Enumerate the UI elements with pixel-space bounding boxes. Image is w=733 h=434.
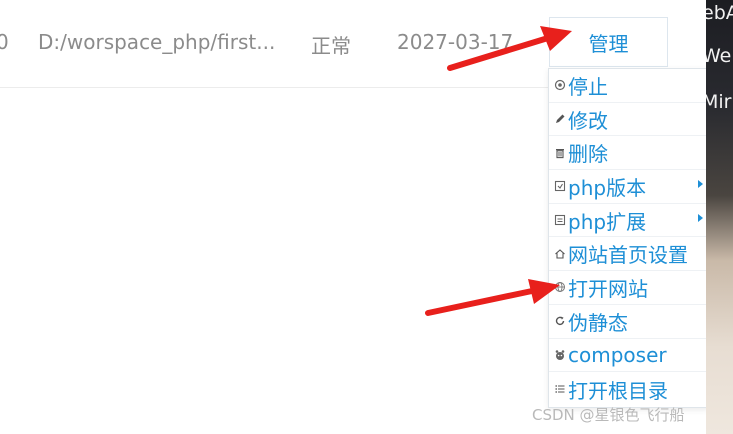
site-table: 0 D:/worspace_php/first... 正常 2027-03-17… bbox=[0, 0, 710, 434]
menu-item-label: php扩展 bbox=[568, 209, 647, 234]
manage-dropdown-menu: 停止 修改 删除 php版本 php扩展 网站首页设置 打开网站 伪静态 com… bbox=[548, 68, 710, 408]
menu-item-label: 打开根目录 bbox=[568, 378, 668, 403]
status-text: 正常 bbox=[311, 34, 351, 58]
composer-icon bbox=[553, 348, 567, 362]
home-icon bbox=[553, 247, 567, 261]
menu-item-delete[interactable]: 删除 bbox=[549, 136, 709, 171]
menu-item-label: 删除 bbox=[568, 142, 608, 167]
submenu-arrow-icon bbox=[698, 213, 703, 222]
menu-item-label: 打开网站 bbox=[568, 276, 648, 301]
manage-button[interactable]: 管理 bbox=[549, 17, 668, 67]
list-icon bbox=[553, 382, 567, 396]
background-text: Mir bbox=[706, 91, 732, 113]
site-path[interactable]: D:/worspace_php/first... bbox=[38, 30, 275, 54]
submenu-arrow-icon bbox=[698, 180, 703, 189]
background-text: ebA bbox=[706, 2, 733, 24]
menu-item-composer[interactable]: composer bbox=[549, 339, 709, 373]
menu-item-homepage-settings[interactable]: 网站首页设置 bbox=[549, 237, 709, 272]
menu-item-php-extension[interactable]: php扩展 bbox=[549, 204, 709, 238]
php-version-icon bbox=[553, 179, 567, 193]
background-window-strip: ebA We Mir bbox=[706, 0, 733, 434]
menu-item-label: 伪静态 bbox=[568, 310, 628, 335]
php-extension-icon bbox=[553, 213, 567, 227]
menu-item-edit[interactable]: 修改 bbox=[549, 103, 709, 137]
expire-date: 2027-03-17 bbox=[397, 30, 514, 54]
stop-circle-icon bbox=[553, 78, 567, 92]
pencil-icon bbox=[553, 112, 567, 126]
menu-item-label: php版本 bbox=[568, 175, 647, 200]
row-index: 0 bbox=[0, 30, 9, 54]
menu-item-rewrite[interactable]: 伪静态 bbox=[549, 305, 709, 339]
menu-item-label: 修改 bbox=[568, 108, 608, 133]
background-text: We bbox=[706, 45, 732, 67]
menu-item-label: 停止 bbox=[568, 74, 608, 99]
menu-item-php-version[interactable]: php版本 bbox=[549, 170, 709, 204]
trash-icon bbox=[553, 146, 567, 160]
globe-icon bbox=[553, 280, 567, 294]
menu-item-stop[interactable]: 停止 bbox=[549, 69, 709, 103]
menu-item-label: 网站首页设置 bbox=[568, 243, 688, 268]
watermark: CSDN @星银色飞行船 bbox=[532, 406, 685, 424]
menu-item-open-site[interactable]: 打开网站 bbox=[549, 271, 709, 305]
refresh-icon bbox=[553, 314, 567, 328]
menu-item-open-root-dir[interactable]: 打开根目录 bbox=[549, 372, 709, 406]
menu-item-label: composer bbox=[568, 342, 667, 367]
